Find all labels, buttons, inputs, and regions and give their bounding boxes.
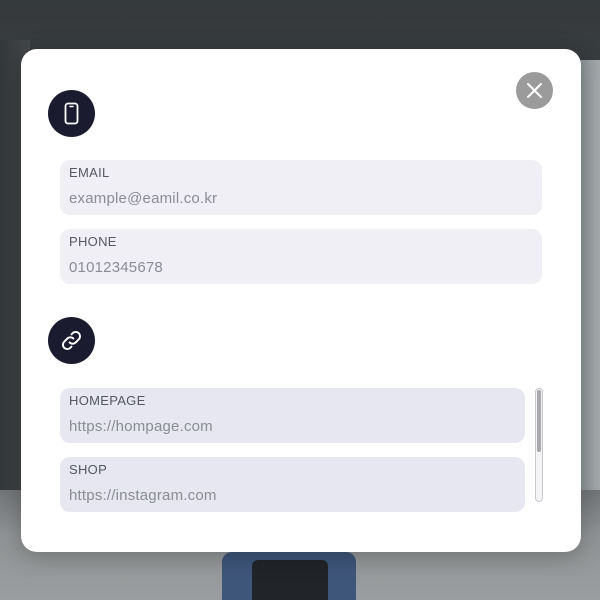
homepage-input[interactable]: https://hompage.com [69, 418, 516, 436]
close-button[interactable] [516, 72, 553, 109]
phone-input[interactable]: 01012345678 [69, 259, 533, 277]
links-scrollbar-thumb[interactable] [537, 390, 541, 452]
email-input[interactable]: example@eamil.co.kr [69, 190, 533, 208]
homepage-field[interactable]: HOMEPAGE https://hompage.com [60, 388, 525, 443]
links-section-badge [48, 317, 95, 364]
phone-field[interactable]: PHONE 01012345678 [60, 229, 542, 284]
shop-field[interactable]: SHOP https://instagram.com [60, 457, 525, 512]
background-scene: EMAIL example@eamil.co.kr PHONE 01012345… [0, 0, 600, 600]
contact-info-modal: EMAIL example@eamil.co.kr PHONE 01012345… [21, 49, 581, 552]
contact-section-badge [48, 90, 95, 137]
links-scrollbar[interactable] [535, 388, 543, 502]
shop-input[interactable]: https://instagram.com [69, 487, 516, 505]
close-icon [527, 83, 542, 98]
links-scroll-area[interactable]: HOMEPAGE https://hompage.com SHOP https:… [60, 388, 548, 516]
phone-label: PHONE [69, 234, 117, 249]
phone-icon [64, 102, 79, 125]
shop-label: SHOP [69, 462, 108, 477]
email-label: EMAIL [69, 165, 110, 180]
link-icon [62, 331, 81, 350]
email-field[interactable]: EMAIL example@eamil.co.kr [60, 160, 542, 215]
homepage-label: HOMEPAGE [69, 393, 146, 408]
